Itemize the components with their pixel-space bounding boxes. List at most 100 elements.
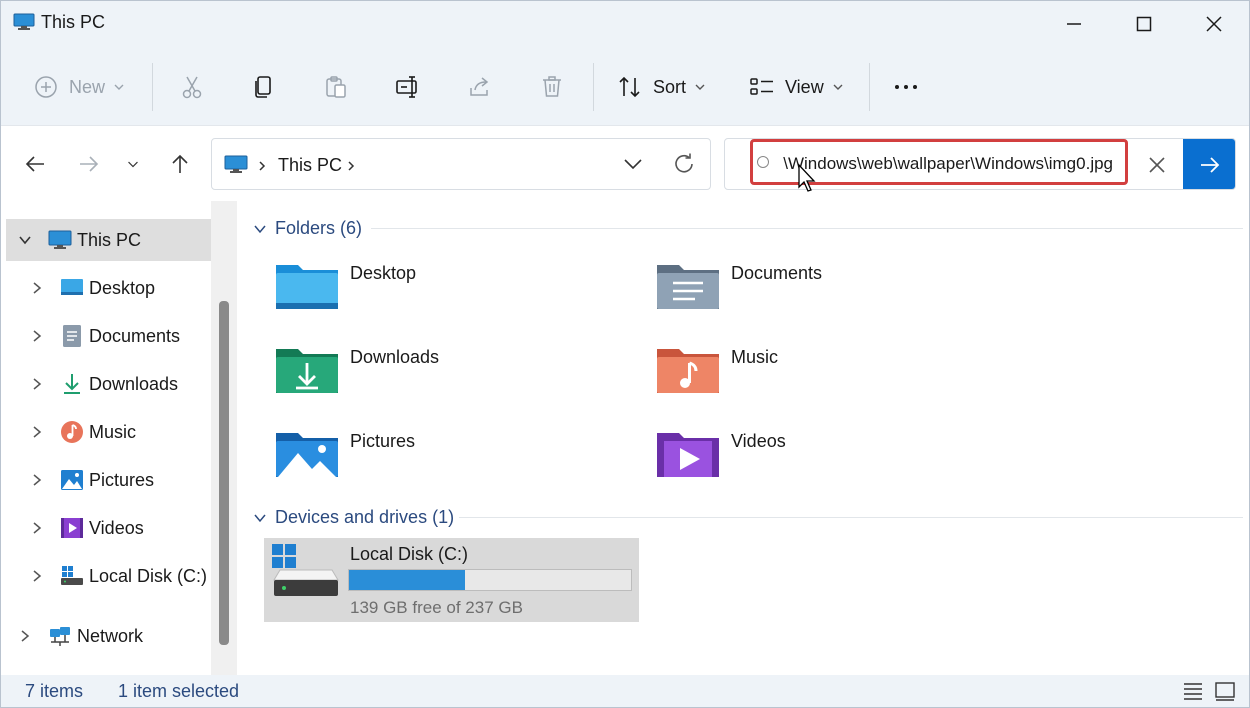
chevron-right-icon[interactable] xyxy=(30,425,44,439)
forward-button[interactable] xyxy=(71,146,107,182)
window-title: This PC xyxy=(41,12,105,33)
sidebar-scrollbar-thumb[interactable] xyxy=(219,301,229,645)
folder-tile-documents[interactable]: Documents xyxy=(655,259,1025,331)
music-folder-icon xyxy=(655,343,721,399)
sidebar-item-local-disk[interactable]: Local Disk (C:) xyxy=(6,555,211,597)
chevron-down-icon xyxy=(694,81,706,93)
cut-button[interactable] xyxy=(179,67,205,107)
minimize-button[interactable] xyxy=(1039,1,1109,47)
folder-tile-videos[interactable]: Videos xyxy=(655,427,1025,499)
windows-drive-icon xyxy=(272,544,340,600)
search-go-button[interactable] xyxy=(1183,139,1236,190)
sidebar-item-label: Desktop xyxy=(89,278,155,299)
copy-button[interactable] xyxy=(251,67,277,107)
chevron-right-icon[interactable] xyxy=(30,377,44,391)
rename-icon xyxy=(395,74,421,100)
drive-icon xyxy=(60,564,84,588)
sidebar-item-label: Music xyxy=(89,422,136,443)
sidebar-item-music[interactable]: Music xyxy=(6,411,211,453)
address-dropdown-icon[interactable] xyxy=(622,153,644,175)
file-explorer-window: This PC New Sort xyxy=(0,0,1250,708)
drives-group-header[interactable]: Devices and drives (1) xyxy=(253,507,454,528)
rename-button[interactable] xyxy=(395,67,421,107)
up-button[interactable] xyxy=(162,146,198,182)
drive-tile-local-disk[interactable]: Local Disk (C:) 139 GB free of 237 GB xyxy=(264,538,639,622)
sidebar-item-network[interactable]: Network xyxy=(6,615,211,657)
clear-icon[interactable] xyxy=(1145,153,1169,177)
drive-usage-fill xyxy=(349,570,465,590)
network-icon xyxy=(48,624,72,648)
folder-tile-desktop[interactable]: Desktop xyxy=(274,259,644,331)
close-button[interactable] xyxy=(1179,1,1249,47)
folder-name: Videos xyxy=(731,431,786,452)
item-count: 7 items xyxy=(25,681,83,702)
sidebar-item-desktop[interactable]: Desktop xyxy=(6,267,211,309)
maximize-icon xyxy=(1135,15,1153,33)
sidebar-item-documents[interactable]: Documents xyxy=(6,315,211,357)
folder-name: Documents xyxy=(731,263,822,284)
paste-button[interactable] xyxy=(323,67,349,107)
sidebar-item-downloads[interactable]: Downloads xyxy=(6,363,211,405)
chevron-right-icon[interactable] xyxy=(30,569,44,583)
chevron-right-icon[interactable] xyxy=(345,160,357,172)
folders-group-label: Folders (6) xyxy=(275,218,362,239)
arrow-left-icon xyxy=(24,153,46,175)
chevron-right-icon[interactable] xyxy=(30,281,44,295)
maximize-button[interactable] xyxy=(1109,1,1179,47)
recent-locations-button[interactable] xyxy=(115,146,151,182)
selection-count: 1 item selected xyxy=(118,681,239,702)
details-view-icon[interactable] xyxy=(1182,680,1204,702)
chevron-right-icon[interactable] xyxy=(30,473,44,487)
downloads-icon xyxy=(60,372,84,396)
new-button[interactable]: New xyxy=(33,67,125,107)
monitor-icon xyxy=(224,155,248,175)
chevron-right-icon[interactable] xyxy=(30,329,44,343)
drive-free-space: 139 GB free of 237 GB xyxy=(350,598,523,618)
share-button[interactable] xyxy=(467,67,493,107)
sidebar-item-label: Downloads xyxy=(89,374,178,395)
mouse-cursor-icon xyxy=(797,163,817,193)
monitor-icon xyxy=(48,228,72,252)
folder-tile-downloads[interactable]: Downloads xyxy=(274,343,644,415)
chevron-right-icon[interactable] xyxy=(30,521,44,535)
sidebar-item-label: Videos xyxy=(89,518,144,539)
group-divider xyxy=(371,228,1243,229)
chevron-right-icon xyxy=(256,160,268,172)
chevron-down-icon xyxy=(126,157,140,171)
back-button[interactable] xyxy=(17,146,53,182)
chevron-down-icon xyxy=(832,81,844,93)
folders-group-header[interactable]: Folders (6) xyxy=(253,218,362,239)
refresh-icon[interactable] xyxy=(672,152,696,176)
chevron-down-icon[interactable] xyxy=(18,233,32,247)
more-options-button[interactable] xyxy=(893,67,919,107)
sidebar-item-videos[interactable]: Videos xyxy=(6,507,211,549)
folder-tile-pictures[interactable]: Pictures xyxy=(274,427,644,499)
drive-name: Local Disk (C:) xyxy=(350,544,468,565)
sort-icon xyxy=(617,74,643,100)
tiles-view-icon[interactable] xyxy=(1214,680,1236,702)
view-button[interactable]: View xyxy=(749,67,844,107)
folder-tile-music[interactable]: Music xyxy=(655,343,1025,415)
search-input-value: \Windows\web\wallpaper\Windows\img0.jpg xyxy=(783,154,1113,174)
sidebar-item-this-pc[interactable]: This PC xyxy=(6,219,211,261)
videos-folder-icon xyxy=(655,427,721,483)
toolbar-separator xyxy=(152,63,153,111)
desktop-folder-icon xyxy=(274,259,340,315)
folder-name: Pictures xyxy=(350,431,415,452)
new-label: New xyxy=(69,77,105,98)
address-bar[interactable]: This PC xyxy=(211,138,711,190)
view-label: View xyxy=(785,77,824,98)
sort-label: Sort xyxy=(653,77,686,98)
sort-button[interactable]: Sort xyxy=(617,67,706,107)
content-pane: Folders (6) Desktop Documents Downloads … xyxy=(237,201,1249,675)
title-bar: This PC xyxy=(1,1,1249,47)
clipboard-icon xyxy=(323,74,349,100)
drives-group-label: Devices and drives (1) xyxy=(275,507,454,528)
breadcrumb-this-pc[interactable]: This PC xyxy=(278,155,342,176)
documents-icon xyxy=(60,324,84,348)
sidebar-item-label: Pictures xyxy=(89,470,154,491)
delete-button[interactable] xyxy=(539,67,565,107)
chevron-down-icon xyxy=(253,222,267,236)
chevron-right-icon[interactable] xyxy=(18,629,32,643)
sidebar-item-pictures[interactable]: Pictures xyxy=(6,459,211,501)
